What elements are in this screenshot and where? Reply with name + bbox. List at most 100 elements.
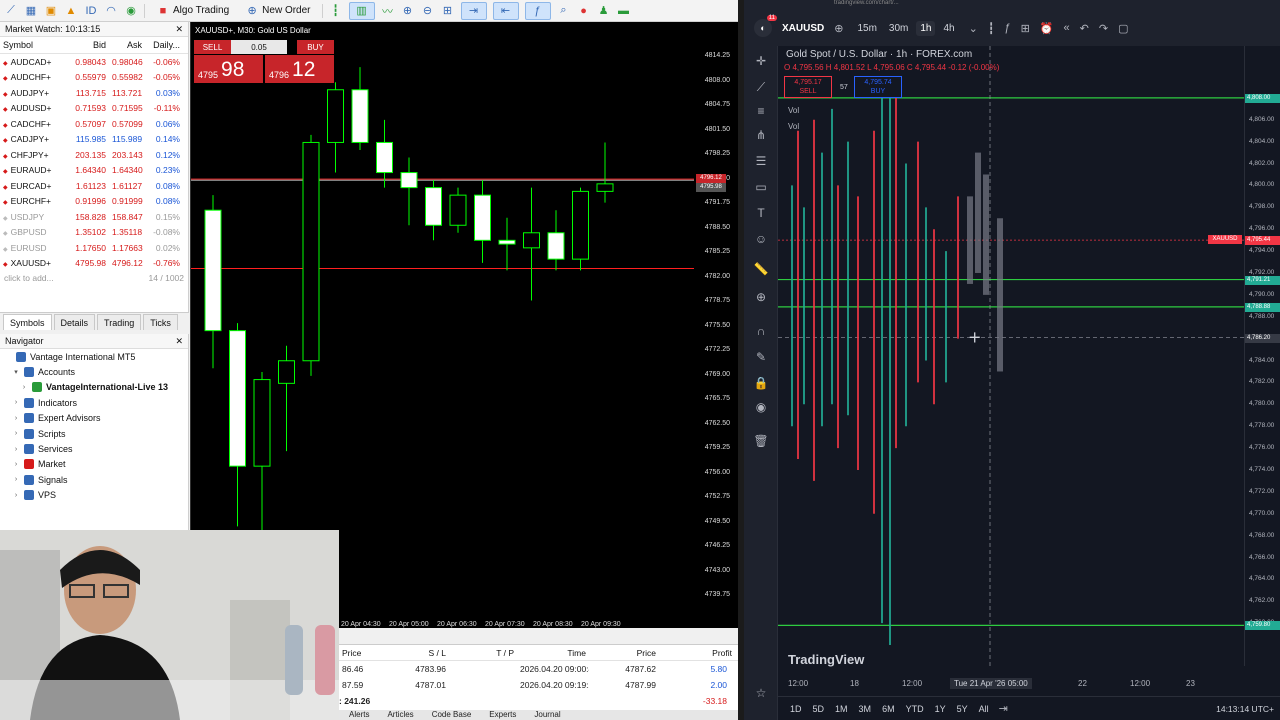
buy-price-button[interactable]: 4796 12: [265, 55, 334, 83]
goto-date-icon[interactable]: ⇥: [999, 702, 1008, 715]
tab-ticks[interactable]: Ticks: [143, 314, 178, 330]
tab-alerts[interactable]: Alerts: [349, 710, 369, 720]
list-item[interactable]: CHFJPY+ 203.135 203.143 0.12%: [0, 147, 188, 163]
tab-symbols[interactable]: Symbols: [3, 314, 52, 330]
timezone-clock[interactable]: 14:13:14 UTC+: [1216, 704, 1274, 714]
column-header[interactable]: T / P: [449, 648, 517, 658]
autoscroll-button[interactable]: ⇥: [460, 1, 487, 20]
table-row[interactable]: 87.59 4787.01 2026.04.20 09:19:25 4787.9…: [339, 677, 738, 693]
navigator-item[interactable]: › Expert Advisors: [0, 411, 188, 426]
interval-1h[interactable]: 1h: [916, 20, 936, 36]
tv-sell-button[interactable]: 4,795.17 SELL: [784, 76, 832, 98]
search-icon[interactable]: ⌕: [557, 4, 571, 18]
notifications-icon[interactable]: ●: [577, 4, 591, 18]
column-header[interactable]: Bid: [64, 40, 109, 50]
candlestick-button[interactable]: ▥: [348, 1, 375, 20]
chevron-icon[interactable]: ›: [12, 446, 20, 453]
tab-details[interactable]: Details: [53, 314, 96, 330]
new-order-button[interactable]: ⊕ New Order: [240, 2, 315, 20]
lot-size-input[interactable]: 0.05: [231, 40, 287, 54]
magnet-icon[interactable]: ∩: [752, 322, 770, 340]
navigator-item[interactable]: ▾ Accounts: [0, 364, 188, 379]
line-chart-icon[interactable]: 〰: [381, 4, 395, 18]
column-header[interactable]: S / L: [379, 648, 449, 658]
navigator-item[interactable]: › Signals: [0, 472, 188, 487]
column-header[interactable]: Price: [589, 648, 659, 658]
column-header[interactable]: Time: [517, 648, 589, 658]
zoom-in-icon[interactable]: ⊕: [401, 4, 415, 18]
replay-icon[interactable]: «: [1064, 22, 1070, 34]
algo-trading-button[interactable]: ■ Algo Trading: [151, 2, 234, 20]
list-item[interactable]: AUDCHF+ 0.55979 0.55982 -0.05%: [0, 70, 188, 86]
range-6m[interactable]: 6M: [882, 704, 895, 714]
trash-icon[interactable]: 🗑: [752, 432, 770, 450]
chevron-icon[interactable]: ›: [12, 461, 20, 468]
shapes-icon[interactable]: ▭: [752, 178, 770, 196]
fib-icon[interactable]: ☰: [752, 152, 770, 170]
list-item[interactable]: EURUSD 1.17650 1.17663 0.02%: [0, 240, 188, 256]
volume-indicator-label[interactable]: Vol: [788, 106, 799, 115]
column-header[interactable]: Ask: [109, 40, 145, 50]
tile-windows-icon[interactable]: ⊞: [441, 4, 455, 18]
interval-15m[interactable]: 15m: [853, 21, 880, 36]
sell-button[interactable]: SELL: [194, 40, 231, 54]
list-item[interactable]: EURAUD+ 1.64340 1.64340 0.23%: [0, 163, 188, 179]
new-chart-icon[interactable]: ▦: [24, 4, 38, 18]
range-5y[interactable]: 5Y: [957, 704, 968, 714]
add-symbol-row[interactable]: click to add... 14 / 1002: [0, 271, 188, 285]
chevron-icon[interactable]: ▾: [12, 368, 20, 376]
list-item[interactable]: CADJPY+ 115.985 115.989 0.14%: [0, 132, 188, 148]
account-icon[interactable]: ♟: [597, 4, 611, 18]
indicators-icon[interactable]: ƒ: [1004, 22, 1010, 34]
range-3m[interactable]: 3M: [859, 704, 872, 714]
symbol-legend[interactable]: Gold Spot / U.S. Dollar · 1h · FOREX.com: [786, 49, 972, 60]
sell-price-button[interactable]: 4795 98: [194, 55, 263, 83]
navigator-item[interactable]: › Indicators: [0, 395, 188, 410]
table-row[interactable]: 86.46 4783.96 2026.04.20 09:00:49 4787.6…: [339, 661, 738, 677]
tab-code-base[interactable]: Code Base: [432, 710, 472, 720]
pitchfork-icon[interactable]: ⋔: [752, 126, 770, 144]
text-icon[interactable]: T: [752, 204, 770, 222]
list-item[interactable]: GBPUSD 1.35102 1.35118 -0.08%: [0, 225, 188, 241]
signals-icon[interactable]: ◠: [104, 4, 118, 18]
chevron-icon[interactable]: ›: [12, 476, 20, 483]
list-item[interactable]: USDJPY 158.828 158.847 0.15%: [0, 209, 188, 225]
chevron-down-icon[interactable]: ⌄: [969, 22, 978, 35]
chevron-icon[interactable]: ›: [12, 430, 20, 437]
column-header[interactable]: Symbol: [0, 40, 64, 50]
list-item[interactable]: EURCAD+ 1.61123 1.61127 0.08%: [0, 178, 188, 194]
navigator-item[interactable]: › VantageInternational-Live 13: [0, 380, 188, 395]
volume-indicator-label[interactable]: Vol: [788, 122, 799, 131]
tv-buy-button[interactable]: 4,795.74 BUY: [854, 76, 902, 98]
close-icon[interactable]: ✕: [175, 336, 183, 347]
navigator-item[interactable]: › VPS: [0, 488, 188, 503]
column-header[interactable]: Profit: [659, 648, 735, 658]
range-all[interactable]: All: [979, 704, 989, 714]
pencil-lock-icon[interactable]: ✎: [752, 348, 770, 366]
vps-icon[interactable]: ◉: [124, 4, 138, 18]
close-icon[interactable]: ✕: [175, 24, 183, 35]
undo-icon[interactable]: ↶: [1080, 22, 1089, 35]
navigator-item[interactable]: › Services: [0, 441, 188, 456]
indicators-button[interactable]: ƒ: [524, 1, 551, 20]
chevron-icon[interactable]: ›: [12, 492, 20, 499]
lock-icon[interactable]: 🔒: [752, 374, 770, 392]
crosshair-icon[interactable]: ✛: [752, 52, 770, 70]
zoom-icon[interactable]: ⊕: [752, 288, 770, 306]
favorites-icon[interactable]: ☆: [752, 684, 770, 702]
list-item[interactable]: CADCHF+ 0.57097 0.57099 0.06%: [0, 116, 188, 132]
eye-icon[interactable]: ◉: [752, 398, 770, 416]
list-item[interactable]: AUDUSD+ 0.71593 0.71595 -0.11%: [0, 101, 188, 117]
navigator-item[interactable]: › Scripts: [0, 426, 188, 441]
user-avatar[interactable]: ◐ 11: [754, 15, 777, 37]
trend-line-icon[interactable]: ⟋: [752, 78, 770, 96]
chevron-icon[interactable]: ›: [12, 415, 20, 422]
column-header[interactable]: Price: [339, 648, 379, 658]
horizontal-lines-icon[interactable]: ≡: [752, 102, 770, 120]
ide-icon[interactable]: ID: [84, 4, 98, 18]
range-1d[interactable]: 1D: [790, 704, 802, 714]
profiles-icon[interactable]: ▣: [44, 4, 58, 18]
zoom-out-icon[interactable]: ⊖: [421, 4, 435, 18]
tab-experts[interactable]: Experts: [489, 710, 516, 720]
fullscreen-icon[interactable]: ▢: [1118, 22, 1128, 35]
